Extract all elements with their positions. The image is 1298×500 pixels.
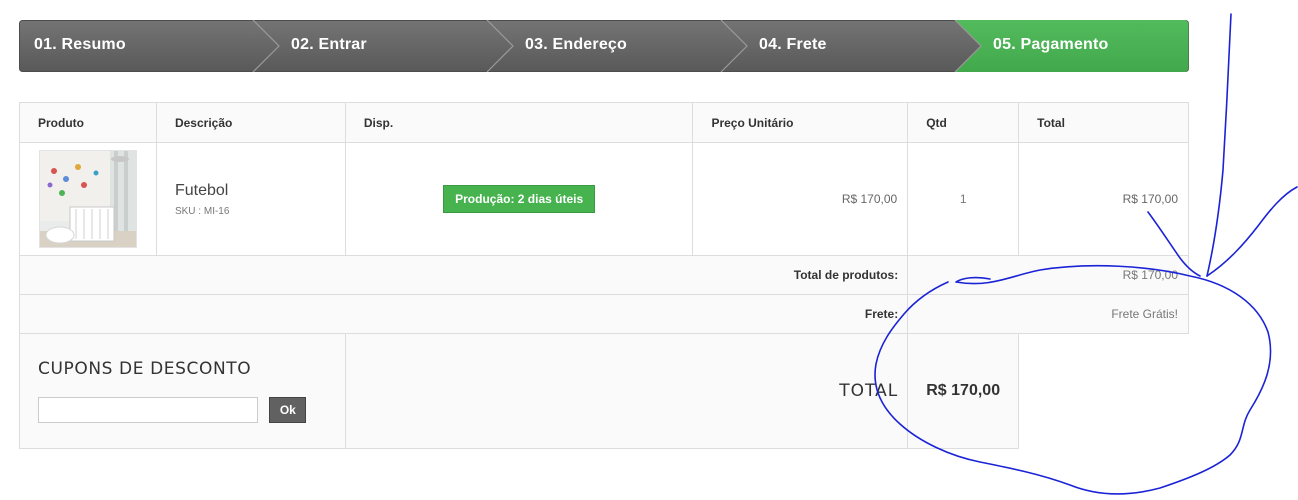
quantity: 1 [907, 142, 1020, 256]
product-name[interactable]: Futebol [175, 182, 345, 200]
product-image[interactable] [39, 150, 137, 248]
header-qtd: Qtd [907, 102, 1020, 143]
product-description-cell: Futebol SKU : MI-16 [155, 142, 346, 256]
step-entrar[interactable]: 02. Entrar [291, 20, 367, 72]
product-image-cell [19, 142, 157, 256]
header-produto: Produto [19, 102, 157, 143]
products-total-row: Total de produtos: R$ 170,00 [18, 255, 1189, 295]
header-total: Total [1018, 102, 1189, 143]
coupon-ok-button[interactable]: Ok [269, 397, 307, 423]
header-disp: Disp. [344, 102, 694, 143]
unit-price: R$ 170,00 [692, 142, 909, 256]
product-sku: SKU : MI-16 [174, 205, 230, 217]
header-descricao: Descrição [155, 102, 346, 143]
header-preco-unitario: Preço Unitário [692, 102, 909, 143]
table-header-row: Produto Descrição Disp. Preço Unitário Q… [19, 102, 1189, 143]
coupon-section: CUPONS DE DESCONTO Ok [19, 333, 346, 449]
empty-cell [1018, 333, 1189, 449]
products-total-value: R$ 170,00 [907, 255, 1189, 295]
checkout-steps: 01. Resumo 02. Entrar 03. Endereço 04. F… [19, 20, 1189, 72]
row-total: R$ 170,00 [1018, 142, 1189, 256]
step-resumo[interactable]: 01. Resumo [34, 20, 126, 72]
grand-total-value: R$ 170,00 [907, 333, 1020, 449]
shipping-row: Frete: Frete Grátis! [18, 294, 1189, 334]
products-total-label: Total de produtos: [18, 255, 909, 295]
shipping-label: Frete: [18, 294, 909, 334]
table-row: Futebol SKU : MI-16 Produção: 2 dias úte… [19, 142, 1189, 256]
availability-badge: Produção: 2 dias úteis [443, 185, 596, 213]
coupon-total-row: CUPONS DE DESCONTO Ok TOTAL R$ 170,00 [19, 333, 1189, 449]
grand-total-label: TOTAL [344, 333, 909, 449]
coupon-input[interactable] [38, 397, 258, 423]
cart-table: Produto Descrição Disp. Preço Unitário Q… [18, 102, 1189, 449]
step-frete[interactable]: 04. Frete [759, 20, 827, 72]
step-pagamento[interactable]: 05. Pagamento [993, 20, 1109, 72]
step-endereco[interactable]: 03. Endereço [525, 20, 627, 72]
availability-cell: Produção: 2 dias úteis [344, 142, 694, 256]
shipping-value: Frete Grátis! [907, 294, 1189, 334]
coupon-title: CUPONS DE DESCONTO [38, 359, 252, 379]
